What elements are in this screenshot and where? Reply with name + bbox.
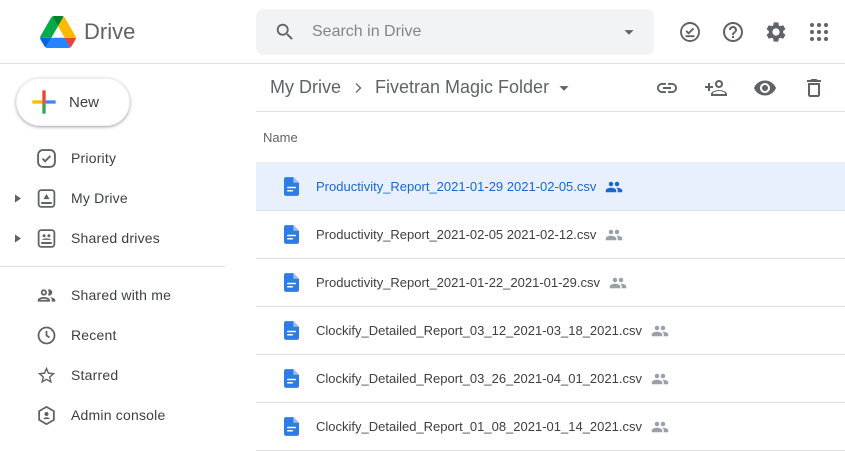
settings-button[interactable] [763, 19, 788, 44]
sidebar-item-my-drive[interactable]: My Drive [0, 178, 256, 218]
shared-people-icon [609, 274, 627, 292]
shared-people-icon [651, 418, 669, 436]
my-drive-icon [36, 188, 57, 209]
file-name: Productivity_Report_2021-02-05 2021-02-1… [316, 227, 596, 242]
main-content: My Drive Fivetran Magic Folder [256, 64, 845, 439]
admin-console-icon [36, 405, 57, 426]
shared-people-icon [651, 322, 669, 340]
csv-file-icon [284, 369, 299, 388]
expand-arrow-icon[interactable] [0, 194, 36, 203]
sidebar-item-starred[interactable]: Starred [0, 355, 256, 395]
csv-file-icon [284, 177, 299, 196]
csv-file-icon [284, 273, 299, 292]
google-apps-button[interactable] [806, 19, 831, 44]
sidebar: New Priority My Drive Sha [0, 64, 256, 439]
sidebar-item-label: My Drive [71, 190, 128, 206]
file-name: Clockify_Detailed_Report_01_08_2021-01_1… [316, 419, 642, 434]
sidebar-item-recent[interactable]: Recent [0, 315, 256, 355]
recent-icon [36, 325, 57, 346]
file-row[interactable]: Productivity_Report_2021-01-29 2021-02-0… [256, 163, 845, 211]
sidebar-item-label: Recent [71, 327, 117, 343]
expand-arrow-icon[interactable] [0, 234, 36, 243]
search-options-dropdown-icon[interactable] [618, 21, 640, 43]
file-name: Clockify_Detailed_Report_03_26_2021-04_0… [316, 371, 642, 386]
sidebar-item-label: Priority [71, 150, 116, 166]
shared-people-icon [605, 178, 623, 196]
priority-icon [36, 148, 57, 169]
delete-button[interactable] [802, 76, 826, 100]
file-row[interactable]: Productivity_Report_2021-02-05 2021-02-1… [256, 211, 845, 259]
offline-status-icon [678, 20, 702, 44]
chevron-right-icon [348, 78, 368, 98]
breadcrumb-current-folder[interactable]: Fivetran Magic Folder [375, 77, 549, 98]
drive-logo[interactable]: Drive [0, 16, 256, 48]
sidebar-item-priority[interactable]: Priority [0, 138, 256, 178]
topbar-icon-group [677, 19, 845, 44]
add-people-button[interactable] [704, 76, 728, 100]
add-people-icon [704, 76, 728, 100]
file-row[interactable]: Clockify_Detailed_Report_03_26_2021-04_0… [256, 355, 845, 403]
file-name: Productivity_Report_2021-01-29 2021-02-0… [316, 179, 596, 194]
sidebar-divider [0, 266, 225, 267]
sidebar-item-shared-drives[interactable]: Shared drives [0, 218, 256, 258]
shared-with-me-icon [36, 285, 57, 306]
delete-trash-icon [802, 76, 826, 100]
sidebar-item-label: Admin console [71, 407, 165, 423]
sidebar-item-label: Starred [71, 367, 118, 383]
starred-icon [36, 365, 57, 386]
csv-file-icon [284, 321, 299, 340]
csv-file-icon [284, 225, 299, 244]
sidebar-item-label: Shared drives [71, 230, 160, 246]
offline-status-button[interactable] [677, 19, 702, 44]
sidebar-nav: Priority My Drive Shared drives [0, 138, 256, 435]
shared-people-icon [605, 226, 623, 244]
apps-grid-icon [807, 20, 831, 44]
get-link-icon [655, 76, 679, 100]
search-placeholder: Search in Drive [312, 23, 618, 41]
file-name: Clockify_Detailed_Report_03_12_2021-03_1… [316, 323, 642, 338]
app-title: Drive [84, 19, 135, 45]
folder-menu-caret-icon[interactable] [553, 77, 575, 99]
new-button-label: New [69, 94, 99, 111]
top-bar: Drive Search in Drive [0, 0, 845, 64]
file-list-header: Name [256, 112, 845, 163]
sidebar-item-label: Shared with me [71, 287, 171, 303]
sidebar-item-shared-with-me[interactable]: Shared with me [0, 275, 256, 315]
new-plus-icon [29, 87, 59, 117]
file-row[interactable]: Clockify_Detailed_Report_03_12_2021-03_1… [256, 307, 845, 355]
folder-actions [655, 76, 826, 100]
name-column-header[interactable]: Name [263, 130, 298, 145]
new-button[interactable]: New [16, 78, 130, 126]
csv-file-icon [284, 417, 299, 436]
breadcrumb-my-drive[interactable]: My Drive [270, 77, 341, 98]
settings-gear-icon [764, 20, 788, 44]
get-link-button[interactable] [655, 76, 679, 100]
shared-drives-icon [36, 228, 57, 249]
drive-logo-icon [40, 16, 76, 48]
preview-eye-icon [753, 76, 777, 100]
sidebar-item-admin-console[interactable]: Admin console [0, 395, 256, 435]
help-button[interactable] [720, 19, 745, 44]
file-list: Productivity_Report_2021-01-29 2021-02-0… [256, 163, 845, 451]
help-icon [721, 20, 745, 44]
search-icon [274, 21, 296, 43]
shared-people-icon [651, 370, 669, 388]
breadcrumb-bar: My Drive Fivetran Magic Folder [256, 64, 845, 112]
file-row[interactable]: Productivity_Report_2021-01-22_2021-01-2… [256, 259, 845, 307]
file-name: Productivity_Report_2021-01-22_2021-01-2… [316, 275, 600, 290]
file-row[interactable]: Clockify_Detailed_Report_01_08_2021-01_1… [256, 403, 845, 451]
preview-button[interactable] [753, 76, 777, 100]
search-input[interactable]: Search in Drive [256, 9, 654, 55]
